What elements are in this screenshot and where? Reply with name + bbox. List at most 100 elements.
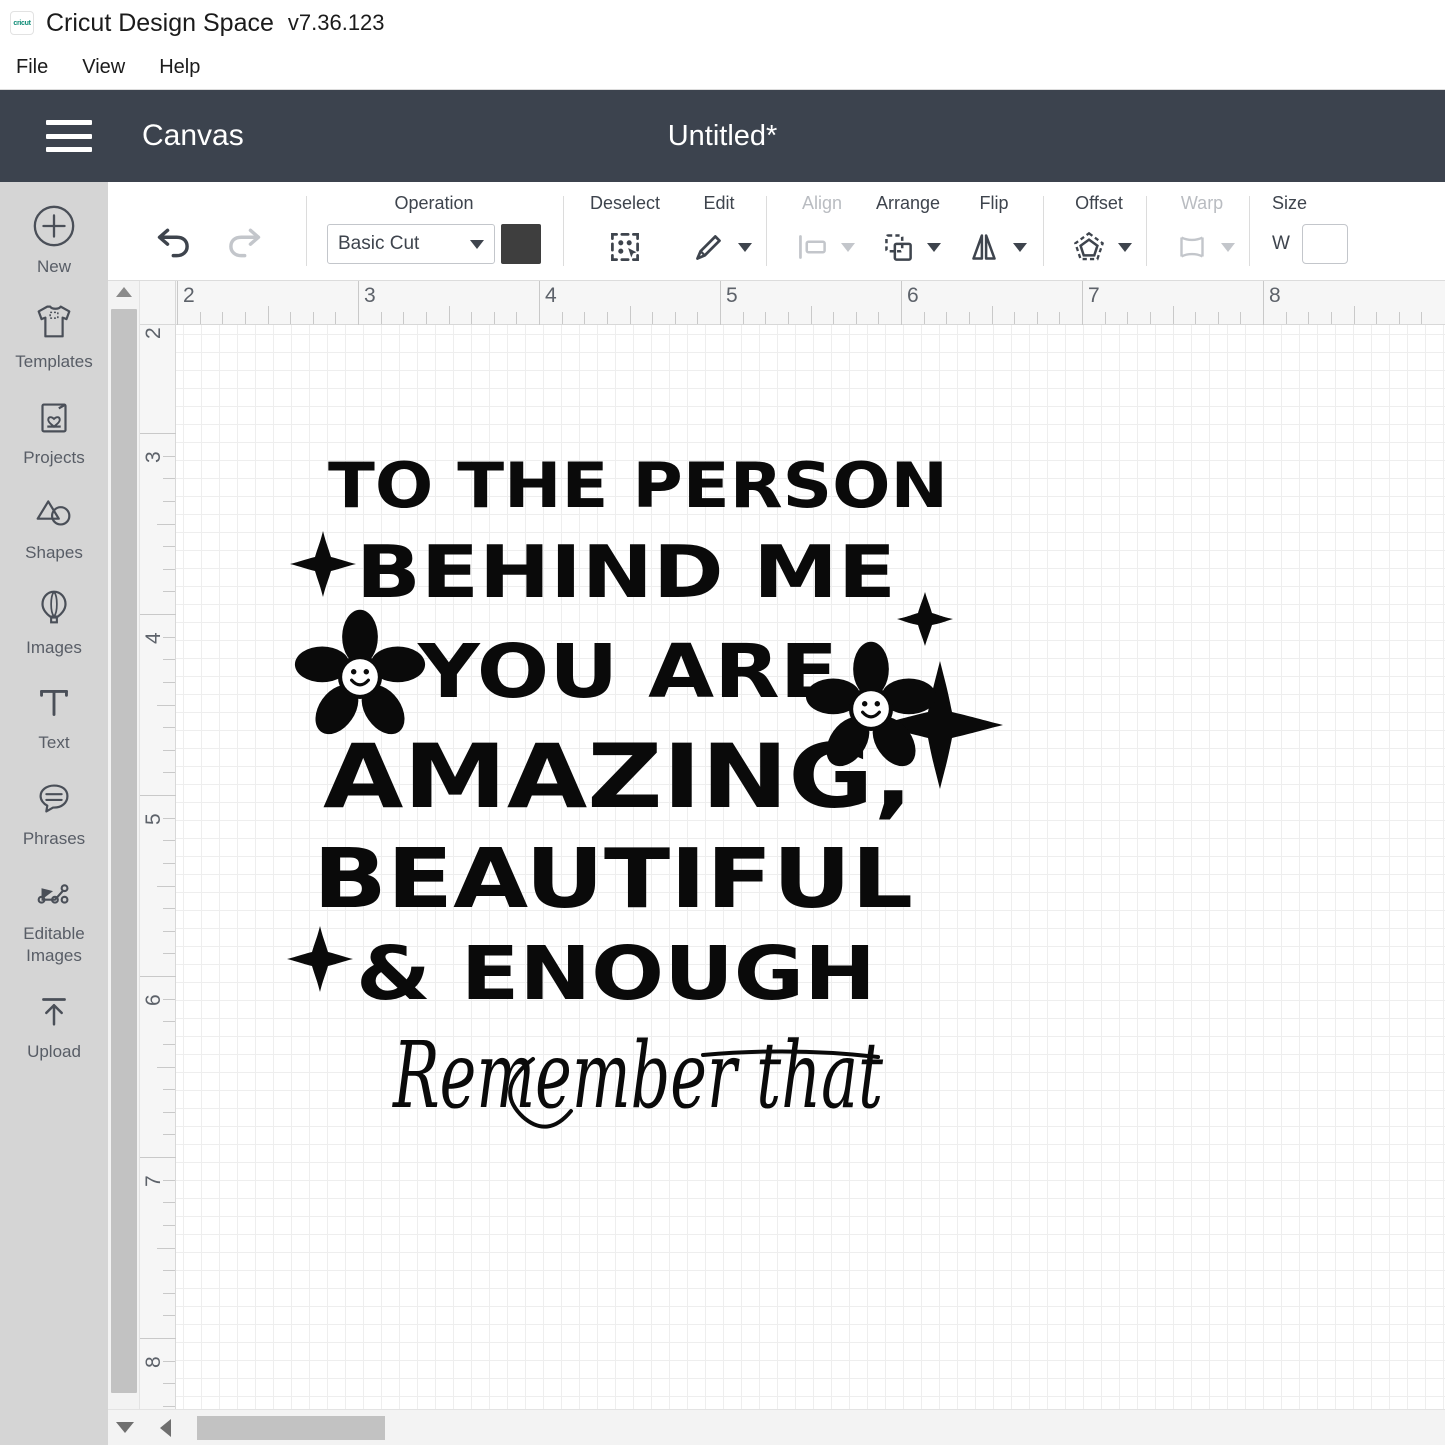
edit-toolbar: Operation Basic Cut Deselect Edit Align … [108, 182, 1445, 281]
sparkle-right-icon [897, 592, 953, 646]
ruler-label: 4 [545, 284, 557, 307]
ruler-label: 7 [1088, 284, 1100, 307]
sidebar-item-templates[interactable]: Templates [0, 295, 108, 372]
scroll-down-arrow-icon[interactable] [116, 1422, 134, 1433]
node-path-icon [28, 867, 80, 919]
ruler-minor-tick [163, 455, 175, 457]
scroll-left-arrow-icon[interactable] [160, 1418, 171, 1437]
vertical-scrollbar[interactable] [108, 281, 140, 1445]
menu-item-help[interactable]: Help [159, 56, 200, 79]
ruler-minor-tick [1149, 312, 1151, 324]
ruler-minor-tick [163, 1202, 175, 1204]
arrange-chevron-down-icon[interactable] [927, 242, 942, 252]
ruler-minor-tick [163, 772, 175, 774]
ruler-minor-tick [629, 306, 631, 324]
horizontal-scroll-thumb[interactable] [197, 1415, 385, 1440]
ruler-minor-tick [163, 840, 175, 842]
artwork-line-3: YOU ARE [417, 629, 838, 715]
flip-label: Flip [979, 193, 1009, 213]
deselect-icon[interactable] [602, 224, 648, 270]
sidebar-item-projects[interactable]: Projects [0, 391, 108, 468]
ruler-minor-tick [380, 312, 382, 324]
sidebar-item-images[interactable]: Images [0, 581, 108, 658]
ruler-minor-tick [855, 312, 857, 324]
sidebar-item-shapes[interactable]: Shapes [0, 486, 108, 563]
ruler-minor-tick [163, 659, 175, 661]
ruler-minor-tick [163, 727, 175, 729]
offset-label: Offset [1075, 193, 1123, 213]
ruler-minor-tick [157, 523, 175, 525]
ruler-minor-tick [1353, 306, 1355, 324]
cricut-design-space-window: cricut Cricut Design Space v7.36.123 Fil… [0, 0, 1445, 1445]
operation-group: Operation Basic Cut [327, 190, 541, 278]
ruler-tick [140, 1338, 176, 1339]
ruler-minor-tick [163, 1360, 175, 1362]
canvas-area: 3456782 2345678 TO THE PERSON BEHIND ME … [108, 281, 1445, 1445]
sidebar-item-phrases[interactable]: Phrases [0, 772, 108, 849]
vertical-scroll-thumb[interactable] [111, 309, 137, 1393]
ruler-label: 5 [142, 813, 165, 825]
offset-icon[interactable] [1066, 224, 1112, 270]
sidebar-label-shapes: Shapes [25, 542, 83, 562]
ruler-minor-tick [335, 312, 337, 324]
warp-chevron-down-icon [1221, 242, 1236, 252]
ruler-minor-tick [1036, 312, 1038, 324]
ruler-minor-tick [471, 312, 473, 324]
offset-chevron-down-icon[interactable] [1118, 242, 1133, 252]
sidebar-item-editable-images[interactable]: Editable Images [0, 867, 108, 967]
ruler-minor-tick [1376, 312, 1378, 324]
operation-value: Basic Cut [338, 233, 420, 254]
sidebar-label-text: Text [38, 733, 70, 753]
width-input[interactable] [1301, 224, 1348, 264]
shapes-icon [28, 486, 80, 538]
sidebar-item-text[interactable]: Text [0, 676, 108, 753]
canvas-grid[interactable]: TO THE PERSON BEHIND ME YOU ARE AMAZING,… [176, 325, 1445, 1445]
menu-item-view[interactable]: View [82, 56, 125, 79]
ruler-minor-tick [1421, 312, 1423, 324]
sidebar-label-editable-images: Editable Images [23, 923, 85, 965]
hamburger-menu-icon[interactable] [46, 120, 92, 152]
flip-chevron-down-icon[interactable] [1013, 242, 1028, 252]
sparkle-top-left-icon [290, 531, 356, 597]
ruler-minor-tick [163, 862, 175, 864]
operation-label: Operation [394, 193, 474, 213]
ruler-minor-tick [163, 1179, 175, 1181]
ruler-minor-tick [606, 312, 608, 324]
scroll-up-arrow-icon[interactable] [116, 287, 132, 297]
ruler-minor-tick [1104, 312, 1106, 324]
ruler-minor-tick [765, 312, 767, 324]
sidebar-label-new: New [36, 257, 71, 276]
warp-group: Warp [1169, 190, 1236, 278]
undo-icon[interactable] [148, 220, 194, 266]
redo-icon[interactable] [224, 220, 270, 266]
bottom-scrollbar[interactable] [108, 1409, 1445, 1445]
ruler-minor-tick [968, 312, 970, 324]
flip-icon[interactable] [961, 224, 1007, 270]
artwork-svg[interactable]: TO THE PERSON BEHIND ME YOU ARE AMAZING,… [287, 447, 1003, 1167]
ruler-minor-tick [561, 312, 563, 324]
ruler-minor-tick [493, 312, 495, 324]
arrange-icon[interactable] [875, 224, 921, 270]
menu-item-file[interactable]: File [16, 56, 48, 79]
left-sidebar: New Templates Projects Shapes Images Tex… [0, 182, 108, 1445]
size-label: Size [1272, 193, 1308, 213]
artwork-line-4: AMAZING, [323, 725, 913, 828]
edit-pencil-icon[interactable] [686, 224, 732, 270]
operation-select[interactable]: Basic Cut [327, 224, 495, 264]
ruler-minor-tick [199, 312, 201, 324]
ruler-minor-tick [516, 312, 518, 324]
align-group: Align [789, 190, 856, 278]
ruler-minor-tick [163, 908, 175, 910]
ruler-minor-tick [163, 1405, 175, 1407]
edit-chevron-down-icon[interactable] [738, 242, 753, 252]
artwork-line-6: & ENOUGH [356, 931, 876, 1017]
ruler-label: 6 [907, 284, 919, 307]
sidebar-item-upload[interactable]: Upload [0, 985, 108, 1062]
ruler-tick [140, 795, 176, 796]
ruler-minor-tick [1014, 312, 1016, 324]
ruler-minor-tick [1398, 312, 1400, 324]
ruler-corner [140, 281, 176, 325]
operation-color-swatch[interactable] [501, 224, 541, 264]
design-artwork[interactable]: TO THE PERSON BEHIND ME YOU ARE AMAZING,… [287, 447, 1003, 1167]
sidebar-item-new[interactable]: New [0, 200, 108, 277]
